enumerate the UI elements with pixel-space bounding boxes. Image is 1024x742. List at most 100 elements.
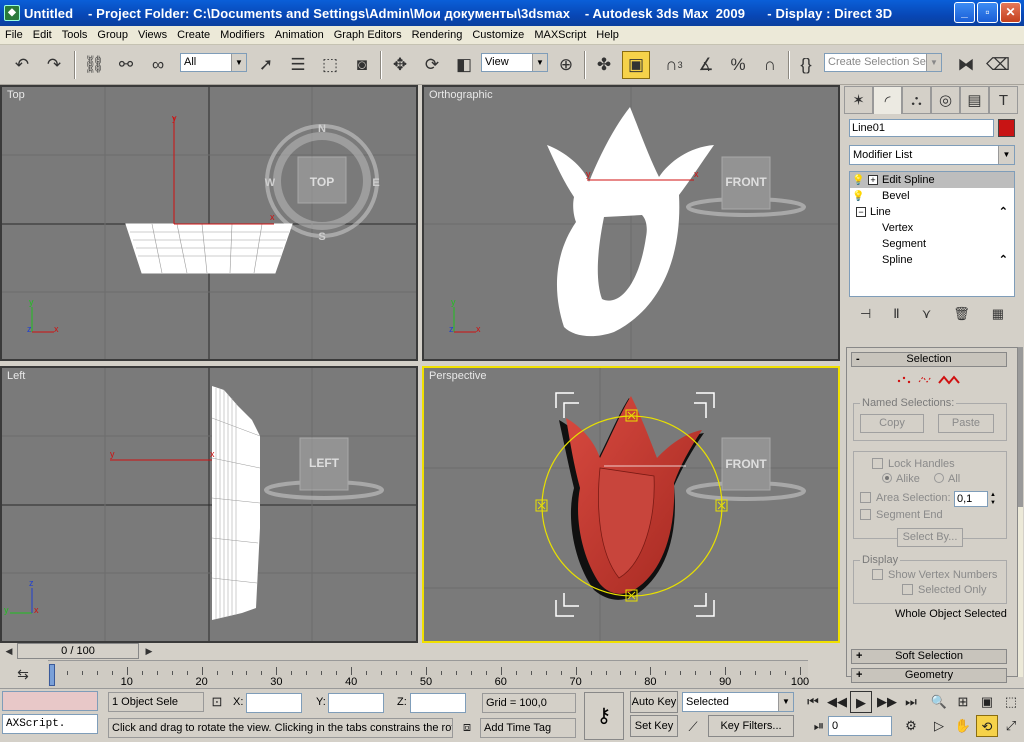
select-by-button[interactable]: Select By... (897, 528, 963, 547)
manipulate-icon[interactable]: ✤ (590, 51, 618, 79)
menu-modifiers[interactable]: Modifiers (215, 29, 270, 41)
segment-end-checkbox[interactable]: Segment End (860, 509, 943, 521)
selected-only-checkbox[interactable]: Selected Only (902, 584, 986, 596)
add-time-tag-button[interactable]: Add Time Tag (480, 718, 576, 738)
field-of-view-icon[interactable]: ▷ (928, 715, 950, 737)
create-tab-icon[interactable]: ✶ (844, 86, 873, 114)
close-button[interactable]: ✕ (1000, 2, 1021, 23)
default-in-out-tangents-icon[interactable]: ⟋ (682, 716, 704, 738)
menu-help[interactable]: Help (591, 29, 624, 41)
viewport-label-perspective[interactable]: Perspective (429, 370, 486, 382)
viewport-label-orthographic[interactable]: Orthographic (429, 89, 493, 101)
rectangular-selection-icon[interactable]: ⬚ (316, 51, 344, 79)
bulb-icon[interactable]: 💡 (852, 189, 864, 205)
menu-group[interactable]: Group (92, 29, 133, 41)
object-name-field[interactable]: Line01 (849, 119, 994, 137)
set-key-mode-icon[interactable]: ⚷ (584, 692, 624, 740)
time-slider-thumb[interactable]: 0 / 100 (17, 643, 139, 659)
pin-stack-icon[interactable]: ⊣ (860, 306, 871, 322)
hierarchy-tab-icon[interactable]: ⛬ (902, 86, 931, 114)
viewport-top[interactable]: TOP N S W E y x y x z Top (0, 85, 418, 361)
menu-rendering[interactable]: Rendering (407, 29, 468, 41)
current-frame-marker[interactable] (49, 664, 55, 686)
object-color-swatch[interactable] (998, 119, 1015, 137)
subobject-level-icons[interactable] (895, 373, 965, 387)
stack-item-bevel[interactable]: 💡 Bevel (850, 188, 1014, 204)
zoom-extents-all-icon[interactable]: ⬚ (1000, 691, 1022, 713)
expand-icon[interactable]: + (868, 175, 878, 186)
time-tag-icon[interactable]: ⧈ (456, 716, 478, 738)
modify-tab-icon[interactable]: ◜ (873, 86, 902, 114)
viewport-label-left[interactable]: Left (7, 370, 25, 382)
time-configuration-icon[interactable]: ⚙ (900, 715, 922, 737)
modifier-stack[interactable]: 💡 + Edit Spline 💡 Bevel − Line ⌃ Vertex Segm… (849, 171, 1015, 297)
viewport-orthographic[interactable]: FRONT y x y x z Orthographic (422, 85, 840, 361)
command-panel-scrollbar[interactable] (1018, 347, 1023, 677)
collapse-icon[interactable]: − (856, 207, 866, 218)
area-selection-value-field[interactable]: 0,1 (954, 491, 988, 507)
maximize-viewport-icon[interactable]: ⤢ (1000, 715, 1022, 737)
unlink-icon[interactable]: ⚯ (112, 51, 140, 79)
stack-item-line[interactable]: − Line ⌃ (850, 204, 1014, 220)
remove-modifier-icon[interactable]: 🗑 (953, 306, 970, 322)
menu-file[interactable]: File (0, 29, 28, 41)
select-by-name-icon[interactable]: ☰ (284, 51, 312, 79)
minimize-button[interactable]: _ (954, 2, 975, 23)
track-bar[interactable]: ⇆ 0102030405060708090100 (0, 660, 842, 688)
spinner-arrows-icon[interactable]: ▲ ▼ (988, 491, 998, 507)
arc-rotate-icon[interactable]: ⟲ (976, 715, 998, 737)
viewport-left[interactable]: LEFT y x z y x Left (0, 366, 418, 643)
stack-subitem-spline[interactable]: Spline ⌃ (850, 252, 1014, 268)
menu-animation[interactable]: Animation (270, 29, 329, 41)
bind-space-warp-icon[interactable]: ∞ (144, 51, 172, 79)
all-radio[interactable]: All (934, 473, 960, 485)
viewport-perspective[interactable]: FRONT Perspective (422, 366, 840, 643)
mini-curve-editor-icon[interactable]: ⇆ (12, 663, 34, 685)
motion-tab-icon[interactable]: ◎ (931, 86, 960, 114)
show-end-result-icon[interactable]: Ⅱ (893, 306, 899, 322)
previous-frame-icon[interactable]: ◀◀ (826, 691, 848, 713)
utilities-tab-icon[interactable]: T (989, 86, 1018, 114)
current-frame-field[interactable]: 0 (828, 716, 892, 736)
show-vertex-numbers-checkbox[interactable]: Show Vertex Numbers (872, 569, 997, 581)
select-link-icon[interactable]: ⛓ (80, 51, 108, 79)
zoom-extents-icon[interactable]: ▣ (976, 691, 998, 713)
select-object-icon[interactable]: ➚ (252, 51, 280, 79)
time-slider-prev-icon[interactable]: ◀ (2, 643, 16, 660)
selection-rollout-header[interactable]: - Selection (851, 352, 1007, 367)
menu-views[interactable]: Views (133, 29, 172, 41)
y-coordinate-field[interactable] (328, 693, 384, 713)
maximize-button[interactable]: ▫ (977, 2, 998, 23)
zoom-icon[interactable]: 🔍 (928, 691, 950, 713)
z-coordinate-field[interactable] (410, 693, 466, 713)
menu-customize[interactable]: Customize (467, 29, 529, 41)
menu-edit[interactable]: Edit (28, 29, 57, 41)
key-mode-toggle-icon[interactable]: ⏯ (808, 715, 830, 737)
zoom-all-icon[interactable]: ⊞ (952, 691, 974, 713)
key-mode-dropdown[interactable]: Selected ▼ (682, 692, 794, 712)
soft-selection-rollout-header[interactable]: + Soft Selection (851, 649, 1007, 664)
keyboard-shortcut-override-icon[interactable]: ▣ (622, 51, 650, 79)
named-selection-dropdown[interactable]: Create Selection Set ▼ (824, 53, 942, 72)
snap-toggle-icon[interactable]: ∩ 3 (660, 51, 688, 79)
menu-tools[interactable]: Tools (57, 29, 93, 41)
stack-item-edit-spline[interactable]: 💡 + Edit Spline (850, 172, 1014, 188)
configure-sets-icon[interactable]: ▦ (992, 306, 1004, 322)
paste-button[interactable]: Paste (938, 414, 994, 433)
geometry-rollout-header[interactable]: + Geometry (851, 668, 1007, 683)
move-icon[interactable]: ✥ (386, 51, 414, 79)
set-key-button[interactable]: Set Key (630, 715, 678, 737)
go-to-start-icon[interactable]: ⏮ (802, 691, 824, 713)
redo-icon[interactable]: ↷ (40, 51, 68, 79)
bulb-icon[interactable]: 💡 (852, 173, 864, 189)
selection-filter-dropdown[interactable]: All ▼ (180, 53, 247, 72)
app-icon[interactable]: ◆ (4, 5, 20, 21)
stack-subitem-segment[interactable]: Segment (850, 236, 1014, 252)
x-coordinate-field[interactable] (246, 693, 302, 713)
maxscript-listener-top[interactable] (2, 691, 98, 711)
window-crossing-icon[interactable]: ◙ (348, 51, 376, 79)
spinner-snap-icon[interactable]: ∩ (756, 51, 784, 79)
menu-maxscript[interactable]: MAXScript (529, 29, 591, 41)
mirror-icon[interactable]: ⧓ (952, 51, 980, 79)
align-icon[interactable]: ⌫ (984, 51, 1012, 79)
